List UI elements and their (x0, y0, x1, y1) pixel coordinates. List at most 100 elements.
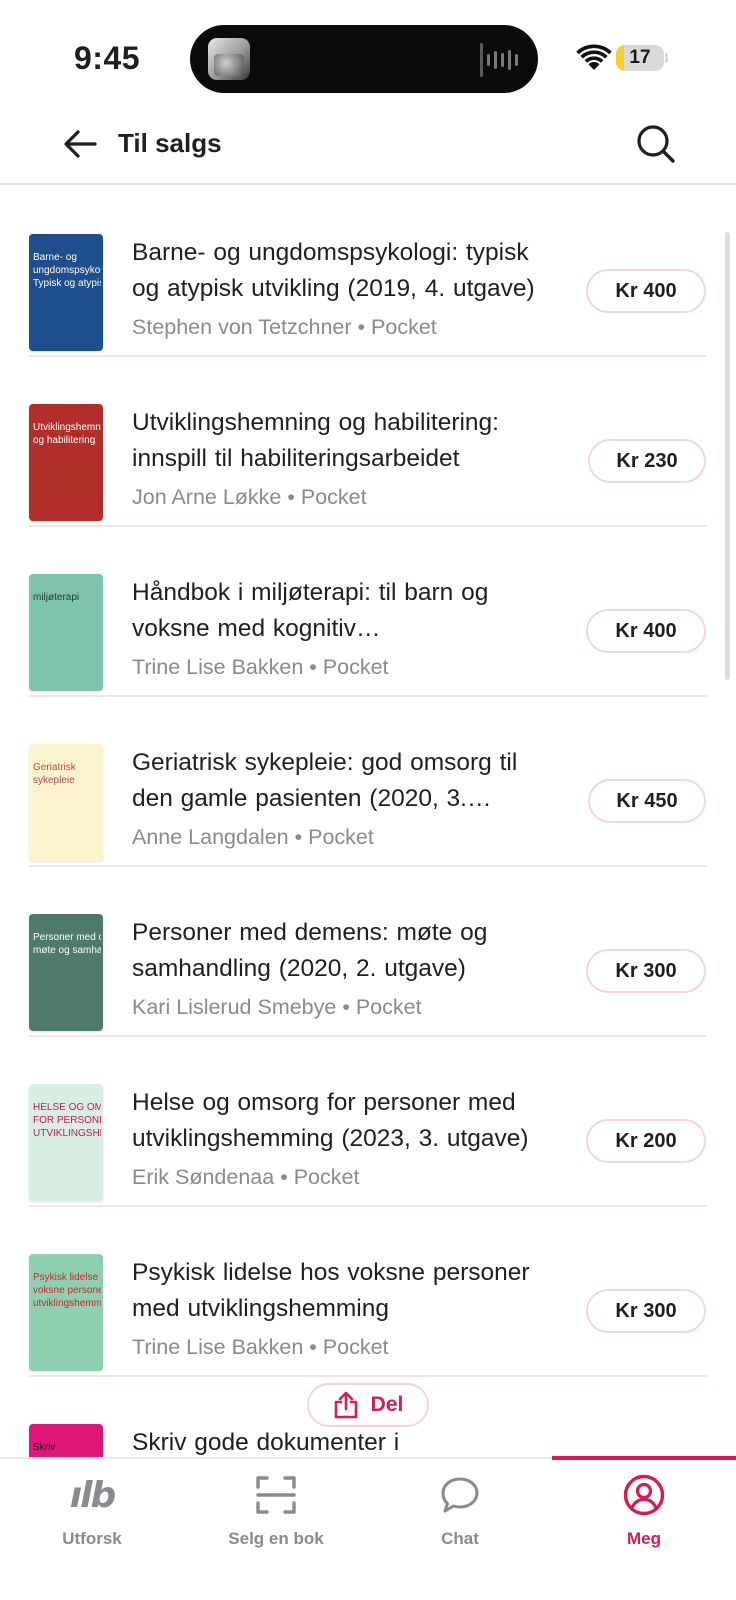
price-badge[interactable]: Kr 450 (588, 779, 706, 823)
bottom-tab-bar: ılb Utforsk Selg en bok Chat Meg (0, 1456, 736, 1600)
wifi-icon (576, 44, 612, 70)
listing-author: Erik Søndenaa (132, 1165, 275, 1189)
cover-text: og habilitering (33, 435, 96, 446)
listing-row[interactable]: miljøterapi Håndbok i miljøterapi: til ba… (0, 527, 736, 697)
listing-title[interactable]: Psykisk lidelse hos voksne personer med … (132, 1255, 552, 1327)
tab-label: Chat (441, 1529, 479, 1548)
listing-subtitle: Trine Lise Bakken • Pocket (132, 1335, 389, 1360)
logo-icon: ılb (69, 1474, 116, 1516)
book-cover-image[interactable]: Skriv (29, 1424, 103, 1457)
price-badge[interactable]: Kr 400 (586, 609, 706, 653)
share-label: Del (370, 1393, 404, 1416)
listing-subtitle: Jon Arne Løkke • Pocket (132, 485, 367, 510)
cover-text: ungdomspsykologi (33, 265, 101, 276)
dynamic-island[interactable] (190, 25, 538, 93)
listing-title[interactable]: Geriatrisk sykepleie: god omsorg til den… (132, 745, 552, 817)
separator-dot: • (288, 825, 309, 849)
listing-subtitle: Anne Langdalen • Pocket (132, 825, 374, 850)
search-icon (637, 125, 675, 163)
listing-title[interactable]: Personer med demens: møte og samhandling… (132, 915, 552, 987)
listing-title[interactable]: Håndbok i miljøterapi: til barn og voksn… (132, 575, 552, 647)
book-cover-image[interactable]: Geriatrisk sykepleie (29, 744, 103, 861)
separator-dot: • (303, 1335, 323, 1359)
tab-meg[interactable]: Meg (552, 1459, 736, 1559)
listing-author: Anne Langdalen (132, 825, 289, 849)
listing-title[interactable]: Skriv gode dokumenter i (132, 1425, 552, 1457)
tab-chat[interactable]: Chat (368, 1459, 552, 1559)
separator-dot: • (303, 655, 323, 679)
arrow-left-icon (64, 130, 97, 158)
listing-row[interactable]: Utviklingshemningog habiliteringUtviklin… (0, 357, 736, 527)
share-icon (334, 1391, 357, 1419)
status-time: 9:45 (74, 40, 141, 76)
listing-title[interactable]: Barne- og ungdomspsykologi: typisk og at… (132, 235, 552, 307)
listing-format: Pocket (308, 825, 374, 849)
profile-icon (623, 1473, 665, 1517)
listing-title[interactable]: Utviklingshemning og habilitering: innsp… (132, 405, 552, 477)
back-button[interactable] (58, 122, 102, 166)
cover-text: HELSE OG OMSORG (33, 1102, 101, 1113)
scan-icon (256, 1473, 296, 1517)
cover-text: utviklingshemming (33, 1298, 101, 1309)
listing-author: Trine Lise Bakken (132, 655, 304, 679)
share-button[interactable]: Del (307, 1383, 429, 1427)
audio-waveform-icon (480, 43, 518, 77)
listing-row[interactable]: HELSE OG OMSORG FOR PERSONER MED UTVIKLING… (0, 1037, 736, 1207)
separator-dot: • (336, 995, 356, 1019)
listing-author: Kari Lislerud Smebye (132, 995, 337, 1019)
book-cover-image[interactable]: HELSE OG OMSORG FOR PERSONER MED UTVIKLING… (29, 1084, 103, 1201)
listing-row[interactable]: Geriatrisk sykepleie Geriatrisk sykepleie:… (0, 697, 736, 867)
battery-cap (665, 53, 668, 63)
tab-selg-en-bok[interactable]: Selg en bok (184, 1459, 368, 1559)
book-cover-image[interactable]: miljøterapi (29, 574, 103, 691)
listing-format: Pocket (322, 1335, 389, 1359)
cover-text: Utviklingshemning (33, 422, 101, 433)
search-button[interactable] (632, 120, 680, 168)
app-header: Til salgs (0, 110, 736, 185)
price-badge[interactable]: Kr 300 (586, 949, 706, 993)
tab-utforsk[interactable]: ılb Utforsk (0, 1459, 184, 1559)
battery-indicator: 17 (616, 45, 664, 71)
listing-row[interactable]: Personer med demensmøte og samhandling Pe… (0, 867, 736, 1037)
listing-subtitle: Trine Lise Bakken • Pocket (132, 655, 389, 680)
price-badge[interactable]: Kr 230 (588, 439, 706, 483)
listing-format: Pocket (371, 315, 437, 339)
listing-row[interactable]: Barne- og ungdomspsykologi Typisk og atypi… (0, 187, 736, 357)
cover-text: Geriatrisk (33, 762, 76, 773)
price-badge[interactable]: Kr 200 (586, 1119, 706, 1163)
tab-label: Meg (627, 1529, 661, 1548)
listing-title[interactable]: Helse og omsorg for personer med utvikli… (132, 1085, 552, 1157)
book-cover-image[interactable]: Utviklingshemning og habilitering (29, 404, 103, 521)
tab-label: Utforsk (62, 1529, 122, 1548)
listings-list[interactable]: Barne- og ungdomspsykologi Typisk og atypi… (0, 187, 736, 1457)
listing-subtitle: Kari Lislerud Smebye • Pocket (132, 995, 422, 1020)
cover-text: møte og samhandling (33, 945, 101, 956)
price-badge[interactable]: Kr 400 (586, 269, 706, 313)
listing-format: Pocket (322, 655, 389, 679)
book-cover-image[interactable]: Personer med demens møte og samhandling (29, 914, 103, 1031)
listing-subtitle: Stephen von Tetzchner • Pocket (132, 315, 437, 340)
cover-text: voksne personer med (33, 1285, 101, 1296)
separator-dot: • (274, 1165, 294, 1189)
listing-author: Trine Lise Bakken (132, 1335, 304, 1359)
listing-author: Jon Arne Løkke (132, 485, 282, 509)
cover-text: Skriv (33, 1442, 56, 1453)
chat-bubble-icon (440, 1473, 480, 1517)
cover-text: miljøterapi (33, 592, 80, 603)
price-badge[interactable]: Kr 300 (586, 1289, 706, 1333)
separator-dot: • (281, 485, 301, 509)
battery-percentage: 17 (629, 47, 651, 68)
listing-format: Pocket (300, 485, 367, 509)
scrollbar[interactable] (725, 232, 730, 680)
book-cover-image[interactable]: Barne- og ungdomspsykologi Typisk og atypi… (29, 234, 103, 351)
cover-text: sykepleie (33, 775, 75, 786)
book-cover-image[interactable]: Psykisk lidelse hos voksne personer med ut… (29, 1254, 103, 1371)
cover-text: FOR PERSONER MED (33, 1115, 101, 1126)
listing-row[interactable]: Psykisk lidelse hos voksne personer med ut… (0, 1207, 736, 1377)
cover-text: Psykisk lidelse hos (33, 1272, 101, 1283)
tab-label: Selg en bok (228, 1529, 324, 1548)
listing-format: Pocket (355, 995, 422, 1019)
listing-author: Stephen von Tetzchner (132, 315, 352, 339)
listing-format: Pocket (293, 1165, 360, 1189)
now-playing-artwork (208, 38, 250, 80)
